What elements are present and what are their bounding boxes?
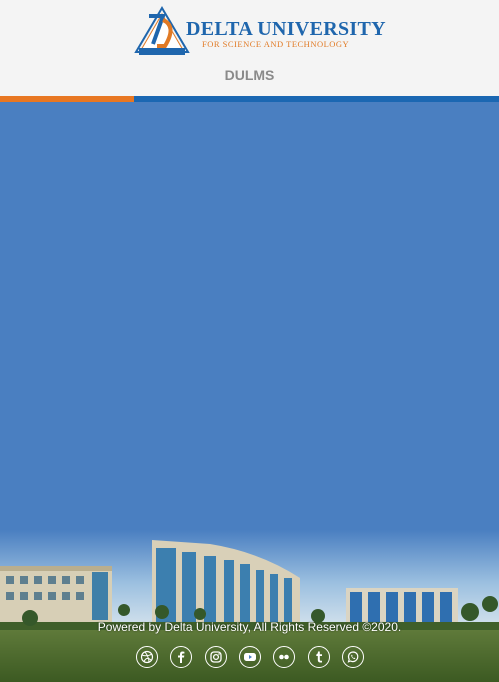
copyright-text: Powered by Delta University, All Rights … (97, 620, 402, 634)
delta-university-logo[interactable]: DELTA UNIVERSITY FOR SCIENCE AND TECHNOL… (133, 6, 386, 56)
logo-name: DELTA UNIVERSITY (186, 18, 386, 40)
logo-tagline: FOR SCIENCE AND TECHNOLOGY (202, 39, 350, 49)
flickr-icon[interactable] (273, 646, 296, 668)
instagram-icon[interactable] (204, 646, 227, 668)
header: DELTA UNIVERSITY FOR SCIENCE AND TECHNOL… (0, 0, 499, 96)
app-title: DULMS (224, 67, 275, 83)
tumblr-icon[interactable] (307, 646, 330, 668)
dribbble-icon[interactable] (136, 646, 158, 668)
whatsapp-icon[interactable] (341, 646, 364, 668)
social-links (136, 646, 364, 670)
logo-mark-icon (134, 6, 190, 55)
main-content-area (0, 102, 499, 532)
facebook-icon[interactable] (170, 646, 193, 668)
youtube-icon[interactable] (238, 646, 261, 668)
